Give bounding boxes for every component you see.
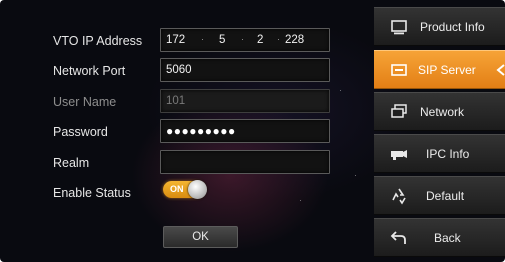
enable-status-label: Enable Status xyxy=(53,186,131,200)
user-name-row: User Name 101 xyxy=(0,89,340,115)
menu-label-network: Network xyxy=(420,105,465,119)
vto-ip-input[interactable]: 172 · 5 · 2 · 228 xyxy=(160,28,330,52)
password-input[interactable]: ●●●●●●●●● xyxy=(160,119,330,143)
ip-separator: · xyxy=(201,34,204,44)
toggle-knob[interactable] xyxy=(188,180,207,199)
menu-item-sip-server[interactable]: SIP Server xyxy=(374,50,505,89)
active-indicator-arrow-icon xyxy=(495,63,505,77)
user-name-input: 101 xyxy=(160,89,330,113)
recycle-icon xyxy=(390,187,408,205)
sip-server-icon xyxy=(390,61,408,79)
network-icon xyxy=(390,103,408,121)
ok-button[interactable]: OK xyxy=(163,226,238,248)
menu-label-default: Default xyxy=(426,189,465,203)
sip-server-settings-screen: VTO IP Address 172 · 5 · 2 · 228 Network… xyxy=(0,0,505,262)
camera-icon xyxy=(390,145,408,163)
user-name-label: User Name xyxy=(53,95,117,109)
network-port-input[interactable]: 5060 xyxy=(160,58,330,82)
vto-ip-label: VTO IP Address xyxy=(53,34,143,48)
ip-octet-4[interactable]: 228 xyxy=(285,29,304,51)
menu-item-network[interactable]: Network xyxy=(374,92,505,131)
ip-separator: · xyxy=(277,34,280,44)
realm-row: Realm xyxy=(0,150,340,176)
monitor-icon xyxy=(390,18,408,36)
ip-separator: · xyxy=(241,34,244,44)
password-row: Password ●●●●●●●●● xyxy=(0,119,340,145)
menu-item-back[interactable]: Back xyxy=(374,218,505,257)
realm-input[interactable] xyxy=(160,150,330,174)
menu-label-sip-server: SIP Server xyxy=(418,63,476,77)
realm-label: Realm xyxy=(53,156,90,170)
menu-item-ipc-info[interactable]: IPC Info xyxy=(374,134,505,173)
menu-label-ipc-info: IPC Info xyxy=(426,147,470,161)
background-star xyxy=(340,90,341,91)
password-label: Password xyxy=(53,125,108,139)
vto-ip-row: VTO IP Address 172 · 5 · 2 · 228 xyxy=(0,28,340,54)
menu-item-default[interactable]: Default xyxy=(374,176,505,215)
toggle-state-text: ON xyxy=(170,184,184,194)
ip-octet-1[interactable]: 172 xyxy=(166,29,185,51)
ip-octet-2[interactable]: 5 xyxy=(219,29,225,51)
network-port-row: Network Port 5060 xyxy=(0,58,340,84)
menu-label-back: Back xyxy=(434,231,461,245)
background-star xyxy=(355,175,356,176)
settings-menu: Product Info SIP Server Network IPC Info xyxy=(374,0,505,262)
menu-label-product-info: Product Info xyxy=(420,20,485,34)
ip-octet-3[interactable]: 2 xyxy=(257,29,263,51)
network-port-label: Network Port xyxy=(53,64,126,78)
back-arrow-icon xyxy=(390,229,408,247)
enable-status-toggle[interactable]: ON xyxy=(163,180,207,199)
menu-item-product-info[interactable]: Product Info xyxy=(374,7,505,46)
